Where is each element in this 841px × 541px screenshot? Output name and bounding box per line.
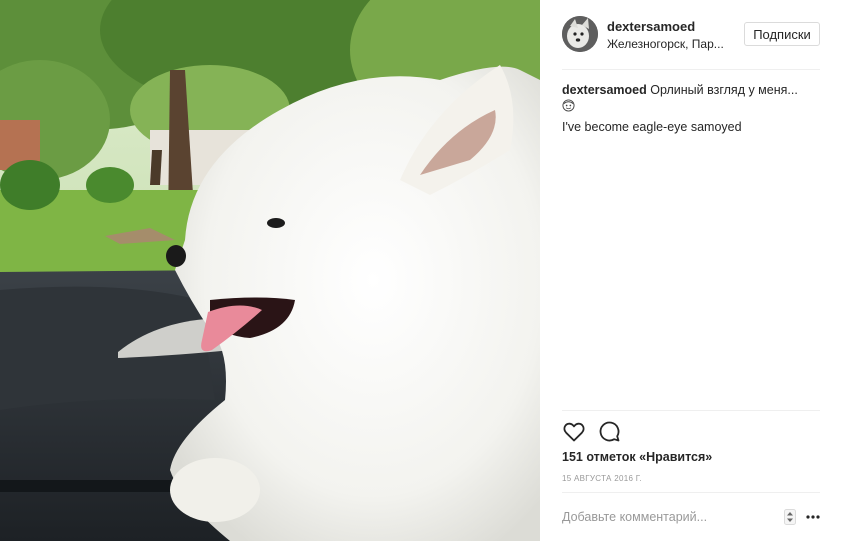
post-photo[interactable] <box>0 0 540 541</box>
comment-input[interactable] <box>562 508 772 526</box>
samoyed-photo-image <box>0 0 540 541</box>
following-button[interactable]: Подписки <box>744 22 820 46</box>
avatar[interactable] <box>562 16 598 52</box>
spinner-arrows-icon[interactable] <box>784 509 796 525</box>
header-divider <box>562 69 820 70</box>
post-date[interactable]: 15 АВГУСТА 2016 Г. <box>562 474 642 483</box>
heart-icon[interactable] <box>562 420 586 444</box>
comment-divider <box>562 492 820 493</box>
caption-text: Орлиный взгляд у меня... <box>650 83 798 97</box>
post-sidebar: dextersamoed Железногорск, Пар... Подпис… <box>540 0 841 541</box>
post-header: dextersamoed Железногорск, Пар... Подпис… <box>562 16 820 56</box>
likes-count[interactable]: 151 отметок «Нравится» <box>562 450 712 464</box>
comment-icon[interactable] <box>598 420 622 444</box>
post-caption: dextersamoed Орлиный взгляд у меня... I'… <box>562 82 820 135</box>
location-link[interactable]: Железногорск, Пар... <box>607 37 724 51</box>
face-emoji-icon <box>562 99 575 112</box>
username-link[interactable]: dextersamoed <box>607 19 695 34</box>
avatar-photo-icon <box>562 16 598 52</box>
actions-divider <box>562 410 820 411</box>
caption-translation-text: I've become eagle-eye samoyed <box>562 120 742 134</box>
post-actions <box>562 420 642 444</box>
more-options-icon[interactable] <box>805 509 821 525</box>
instagram-post: dextersamoed Железногорск, Пар... Подпис… <box>0 0 841 541</box>
caption-username-link[interactable]: dextersamoed <box>562 83 647 97</box>
